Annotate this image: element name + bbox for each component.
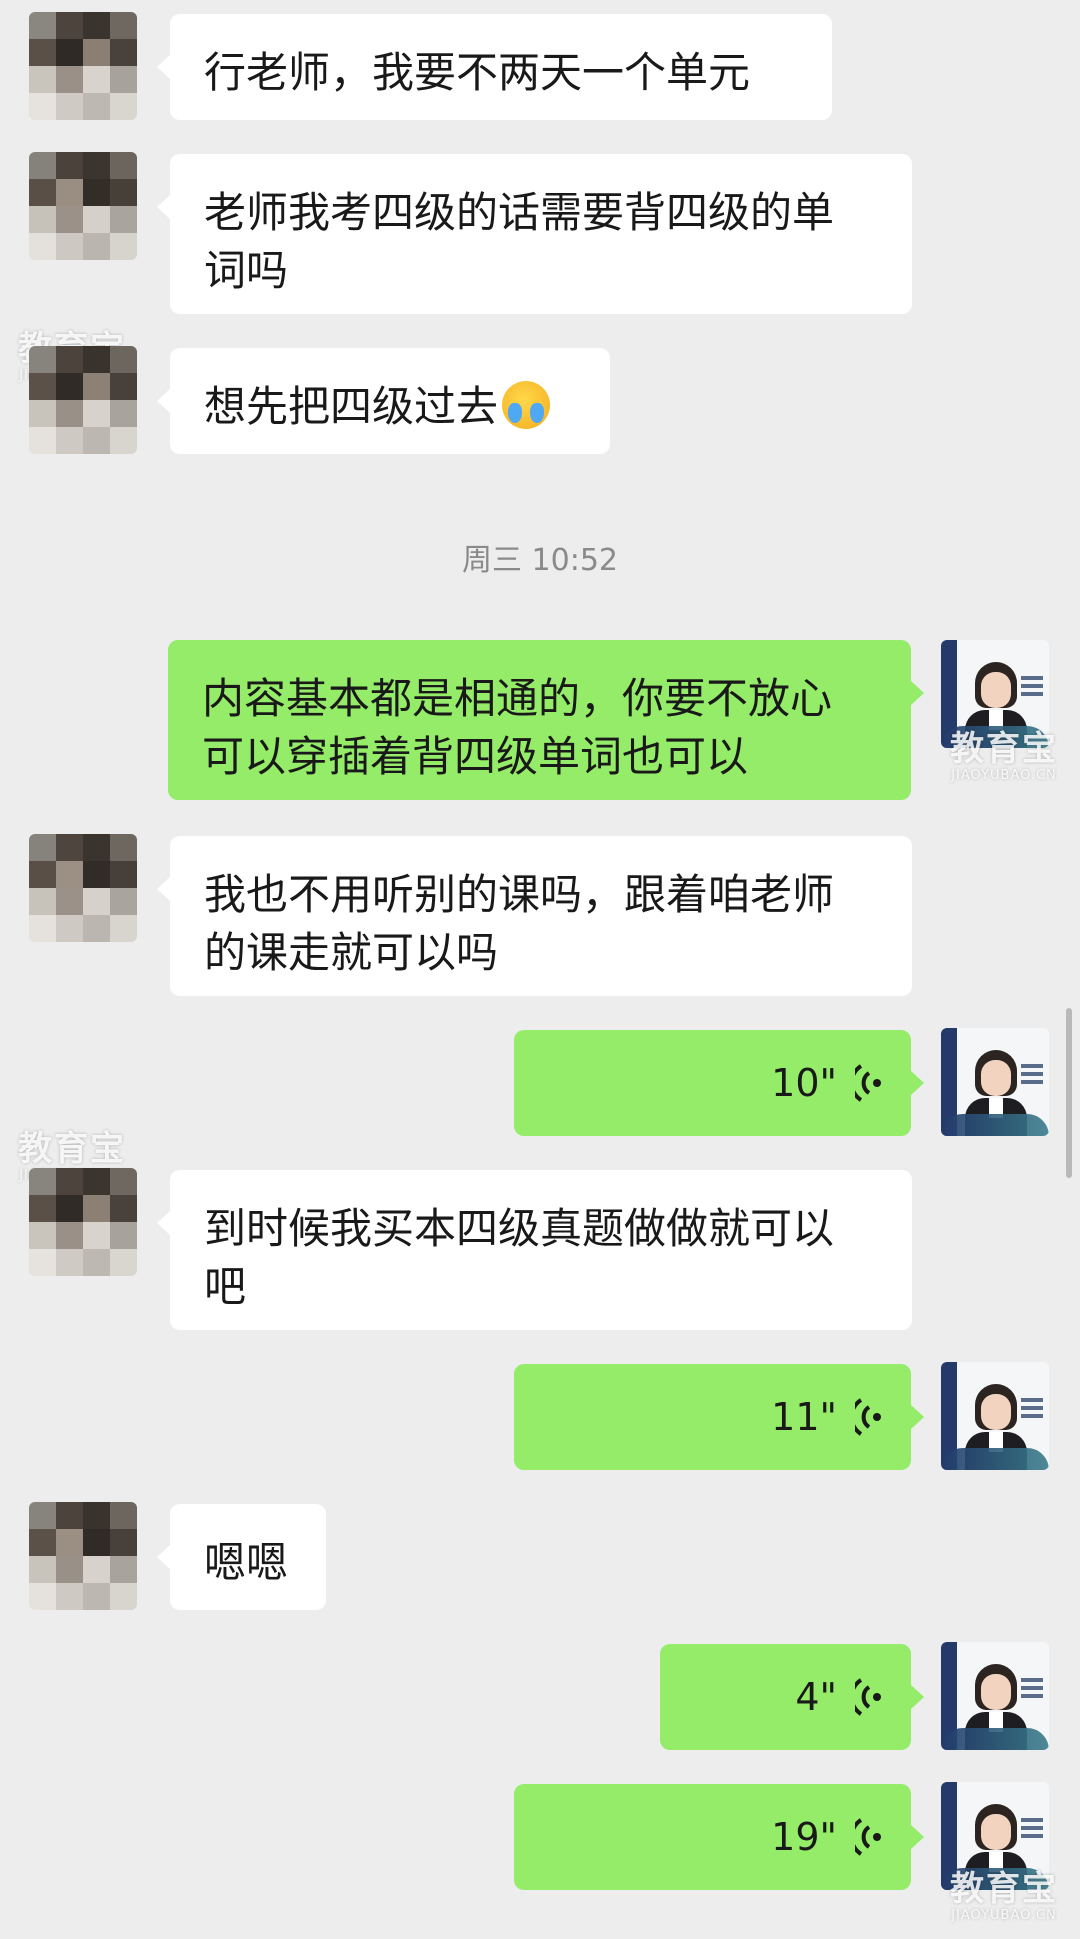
voice-duration: 10" (771, 1061, 837, 1105)
watermark-logo: 教育宝 JIAOYUBAO.CN (950, 729, 1058, 783)
contact-avatar[interactable] (29, 1502, 137, 1610)
contact-avatar[interactable] (29, 834, 137, 942)
voice-message-bubble[interactable]: 11" (514, 1364, 924, 1470)
contact-avatar[interactable] (29, 1168, 137, 1276)
voice-wave-icon (855, 1064, 881, 1102)
contact-avatar[interactable] (29, 12, 137, 120)
message-text: 吧 (204, 1262, 247, 1311)
message-bubble[interactable]: 嗯嗯 (157, 1504, 326, 1610)
scrollbar[interactable] (1066, 1008, 1072, 1178)
message-text: 嗯嗯 (204, 1538, 289, 1587)
crying-laughing-emoji (502, 381, 551, 429)
message-text: 行老师，我要不两天一个单元 (204, 48, 751, 97)
message-bubble[interactable]: 到时候我买本四级真题做做就可以 吧 (157, 1170, 912, 1330)
teacher-avatar[interactable] (941, 1642, 1049, 1750)
contact-avatar[interactable] (29, 346, 137, 454)
message-text: 可以穿插着背四级单词也可以 (202, 732, 749, 781)
message-bubble[interactable]: 我也不用听别的课吗，跟着咱老师 的课走就可以吗 (157, 836, 912, 996)
voice-message-bubble[interactable]: 4" (660, 1644, 924, 1750)
teacher-avatar[interactable] (941, 1028, 1049, 1136)
contact-avatar[interactable] (29, 152, 137, 260)
voice-message-bubble[interactable]: 19" (514, 1784, 924, 1890)
voice-duration: 19" (771, 1815, 837, 1859)
voice-wave-icon (855, 1818, 881, 1856)
voice-duration: 4" (795, 1675, 837, 1719)
message-bubble[interactable]: 老师我考四级的话需要背四级的单 词吗 (157, 154, 912, 314)
message-bubble[interactable]: 行老师，我要不两天一个单元 (157, 14, 832, 120)
message-bubble[interactable]: 想先把四级过去 (157, 348, 610, 454)
message-bubble[interactable]: 内容基本都是相通的，你要不放心 可以穿插着背四级单词也可以 (168, 640, 924, 800)
message-text: 我也不用听别的课吗，跟着咱老师 (204, 870, 835, 919)
message-text: 的课走就可以吗 (204, 928, 499, 977)
voice-wave-icon (855, 1678, 881, 1716)
message-timestamp: 周三 10:52 (462, 543, 618, 578)
message-text: 内容基本都是相通的，你要不放心 (202, 674, 833, 723)
teacher-avatar[interactable] (941, 1362, 1049, 1470)
voice-wave-icon (855, 1398, 881, 1436)
voice-message-bubble[interactable]: 10" (514, 1030, 924, 1136)
message-text: 想先把四级过去 (204, 382, 499, 431)
watermark-logo: 教育宝 JIAOYUBAO.CN (950, 1869, 1058, 1923)
message-text: 老师我考四级的话需要背四级的单 (204, 188, 835, 237)
message-text: 到时候我买本四级真题做做就可以 (204, 1204, 835, 1253)
message-text: 词吗 (204, 246, 289, 295)
voice-duration: 11" (771, 1395, 837, 1439)
